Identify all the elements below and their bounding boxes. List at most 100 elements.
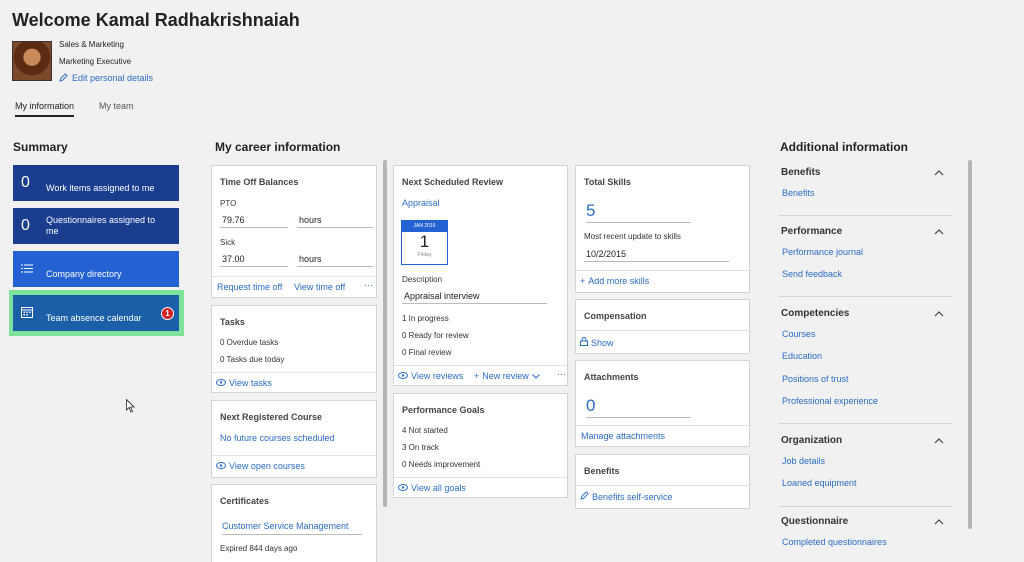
skills-update-label: Most recent update to skills bbox=[584, 232, 681, 241]
work-items-tile[interactable]: 0 Work items assigned to me bbox=[13, 165, 179, 201]
eye-icon bbox=[398, 372, 408, 379]
courses-link[interactable]: Courses bbox=[782, 329, 816, 339]
eye-icon bbox=[216, 462, 226, 469]
view-reviews-link[interactable]: View reviews bbox=[398, 371, 463, 381]
chevron-up-icon[interactable] bbox=[934, 518, 944, 526]
chevron-up-icon[interactable] bbox=[934, 310, 944, 318]
no-courses-link[interactable]: No future courses scheduled bbox=[220, 433, 335, 443]
job-details-link[interactable]: Job details bbox=[782, 456, 825, 466]
competencies-group-heading[interactable]: Competencies bbox=[781, 308, 849, 319]
performance-group-heading[interactable]: Performance bbox=[781, 226, 842, 237]
positions-of-trust-link[interactable]: Positions of trust bbox=[782, 374, 849, 384]
request-time-off-link[interactable]: Request time off bbox=[217, 282, 282, 292]
education-link[interactable]: Education bbox=[782, 351, 822, 361]
skills-count: 5 bbox=[586, 201, 691, 223]
avatar[interactable] bbox=[12, 41, 52, 81]
divider bbox=[394, 365, 567, 366]
divider bbox=[576, 425, 749, 426]
compensation-card: Compensation Show bbox=[575, 299, 750, 354]
role-text: Marketing Executive bbox=[59, 57, 132, 66]
view-open-courses-link[interactable]: View open courses bbox=[216, 461, 305, 471]
show-compensation-link[interactable]: Show bbox=[580, 337, 614, 348]
additional-heading: Additional information bbox=[780, 140, 908, 154]
next-review-title: Next Scheduled Review bbox=[402, 177, 504, 187]
view-time-off-link[interactable]: View time off bbox=[294, 282, 345, 292]
divider bbox=[779, 296, 953, 297]
skills-update-value: 10/2/2015 bbox=[584, 246, 729, 262]
attachments-title: Attachments bbox=[584, 372, 639, 382]
chevron-up-icon[interactable] bbox=[934, 437, 944, 445]
send-feedback-link[interactable]: Send feedback bbox=[782, 269, 842, 279]
completed-questionnaires-link[interactable]: Completed questionnaires bbox=[782, 537, 887, 547]
appraisal-link[interactable]: Appraisal bbox=[402, 198, 440, 208]
view-reviews-label: View reviews bbox=[411, 371, 464, 381]
final-review-text: 0 Final review bbox=[402, 348, 452, 357]
manage-attachments-link[interactable]: Manage attachments bbox=[581, 431, 665, 441]
benefits-card: Benefits Benefits self-service bbox=[575, 454, 750, 509]
plus-icon: + bbox=[474, 371, 480, 381]
benefits-self-service-label: Benefits self-service bbox=[592, 492, 673, 502]
calendar-date-icon: JAN 2016 1 Friday bbox=[401, 220, 448, 265]
scrollbar[interactable] bbox=[968, 160, 972, 529]
performance-goals-card: Performance Goals 4 Not started 3 On tra… bbox=[393, 393, 568, 498]
sick-unit: hours bbox=[297, 251, 373, 267]
loaned-equipment-link[interactable]: Loaned equipment bbox=[782, 478, 857, 488]
certificates-card: Certificates Customer Service Management… bbox=[211, 484, 377, 562]
tab-my-information[interactable]: My information bbox=[15, 101, 75, 117]
more-options-button[interactable]: ··· bbox=[557, 369, 566, 379]
chevron-up-icon[interactable] bbox=[934, 169, 944, 177]
in-progress-text: 1 In progress bbox=[402, 314, 449, 323]
on-track-text: 3 On track bbox=[402, 443, 439, 452]
company-directory-tile[interactable]: Company directory bbox=[13, 251, 179, 287]
divider bbox=[394, 477, 567, 478]
department-text: Sales & Marketing bbox=[59, 40, 124, 49]
view-all-goals-link[interactable]: View all goals bbox=[398, 483, 466, 493]
pencil-icon bbox=[59, 73, 68, 82]
tab-my-team[interactable]: My team bbox=[99, 101, 134, 111]
calendar-weekday: Friday bbox=[417, 252, 432, 258]
new-review-label: New review bbox=[482, 371, 529, 381]
view-all-goals-label: View all goals bbox=[411, 483, 466, 493]
benefits-title: Benefits bbox=[584, 466, 620, 476]
description-label: Description bbox=[402, 275, 443, 284]
certificate-link[interactable]: Customer Service Management bbox=[222, 521, 362, 535]
divider bbox=[779, 423, 953, 424]
attachments-card: Attachments 0 Manage attachments bbox=[575, 360, 750, 447]
benefits-group-heading[interactable]: Benefits bbox=[781, 167, 820, 178]
pencil-icon bbox=[580, 491, 589, 500]
total-skills-card: Total Skills 5 Most recent update to ski… bbox=[575, 165, 750, 293]
more-options-button[interactable]: ··· bbox=[364, 280, 373, 290]
time-off-card: Time Off Balances PTO 79.76 hours Sick 3… bbox=[211, 165, 377, 298]
calendar-day: 1 bbox=[419, 232, 430, 251]
questionnaires-count: 0 bbox=[21, 217, 30, 234]
company-directory-label: Company directory bbox=[46, 269, 122, 279]
description-value: Appraisal interview bbox=[402, 288, 547, 304]
edit-personal-details-link[interactable]: Edit personal details bbox=[59, 73, 153, 83]
chevron-down-icon bbox=[531, 374, 540, 379]
add-more-skills-link[interactable]: + Add more skills bbox=[580, 276, 649, 286]
organization-group-heading[interactable]: Organization bbox=[781, 435, 842, 446]
benefits-link[interactable]: Benefits bbox=[782, 188, 815, 198]
divider bbox=[779, 506, 953, 507]
calendar-month: JAN 2016 bbox=[402, 221, 447, 232]
calendar-icon bbox=[21, 307, 33, 318]
professional-experience-link[interactable]: Professional experience bbox=[782, 396, 878, 406]
benefits-self-service-link[interactable]: Benefits self-service bbox=[580, 491, 673, 502]
team-absence-calendar-tile[interactable]: Team absence calendar 1 bbox=[13, 295, 179, 331]
performance-journal-link[interactable]: Performance journal bbox=[782, 247, 863, 257]
new-review-button[interactable]: + New review bbox=[474, 371, 540, 381]
scrollbar[interactable] bbox=[383, 160, 387, 507]
sick-value: 37.00 bbox=[220, 251, 288, 267]
total-skills-title: Total Skills bbox=[584, 177, 631, 187]
chevron-up-icon[interactable] bbox=[934, 228, 944, 236]
divider bbox=[212, 276, 376, 277]
show-label: Show bbox=[591, 338, 614, 348]
plus-icon: + bbox=[580, 276, 586, 286]
eye-icon bbox=[398, 484, 408, 491]
lock-icon bbox=[580, 337, 588, 346]
view-tasks-link[interactable]: View tasks bbox=[216, 378, 272, 388]
pto-label: PTO bbox=[220, 199, 237, 208]
tasks-card: Tasks 0 Overdue tasks 0 Tasks due today … bbox=[211, 305, 377, 393]
questionnaire-group-heading[interactable]: Questionnaire bbox=[781, 516, 848, 527]
questionnaires-tile[interactable]: 0 Questionnaires assigned to me bbox=[13, 208, 179, 244]
